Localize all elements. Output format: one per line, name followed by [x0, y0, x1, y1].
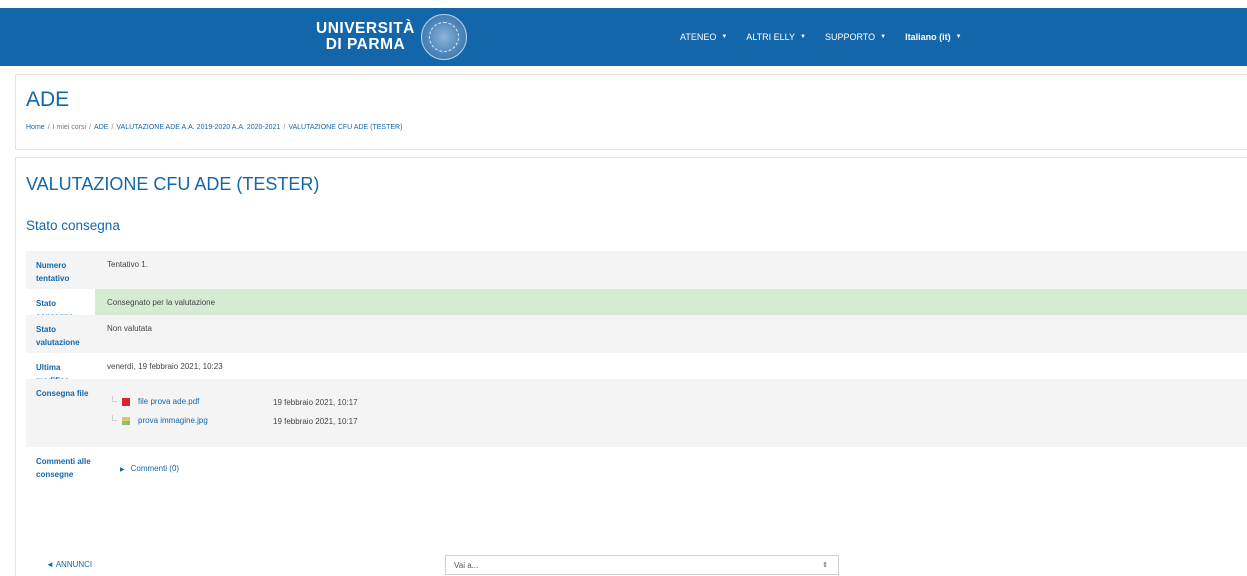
row-label-line2: valutazione — [36, 338, 80, 347]
comments-toggle[interactable]: ▶ Commenti (0) — [120, 464, 179, 473]
row-value: Tentativo 1. — [107, 260, 148, 269]
row-value: Non valutata — [107, 324, 152, 333]
row-label-line1: Commenti alle — [36, 457, 91, 466]
breadcrumb-separator: / — [111, 124, 114, 131]
comments-label: Commenti (0) — [130, 464, 180, 473]
row-value: venerdì, 19 febbraio 2021, 10:23 — [107, 362, 223, 371]
table-row: Numero tentativo Tentativo 1. — [26, 251, 1247, 289]
row-label-line2: tentativo — [36, 274, 70, 283]
logo-line-2: DI PARMA — [325, 36, 406, 53]
breadcrumb-my-courses[interactable]: I miei corsi — [53, 124, 86, 131]
course-title: ADE — [26, 88, 70, 111]
logo-line-1: UNIVERSITÀ — [316, 20, 415, 37]
row-label: Commenti alle consegne — [26, 447, 95, 487]
caret-down-icon: ▼ — [880, 34, 887, 40]
image-file-icon — [122, 416, 130, 425]
row-value — [95, 379, 1247, 447]
tree-connector — [112, 396, 117, 402]
row-label: Numero tentativo — [26, 251, 95, 289]
university-logo[interactable]: UNIVERSITÀ DI PARMA — [316, 14, 467, 60]
menu-label: SUPPORTO — [824, 32, 876, 42]
table-row: Stato valutazione Non valutata — [26, 315, 1247, 353]
section-title: Stato consegna — [26, 218, 120, 233]
file-entry: prova immagine.jpg — [122, 416, 208, 425]
breadcrumb-separator: / — [47, 124, 50, 131]
breadcrumb-section[interactable]: VALUTAZIONE ADE A.A. 2019-2020 A.A. 2020… — [116, 124, 280, 131]
caret-right-icon: ▶ — [120, 467, 125, 473]
menu-label: Italiano (it) — [905, 32, 951, 42]
top-strip — [0, 0, 1247, 8]
row-label: Stato consegna — [26, 289, 95, 321]
file-date: 19 febbraio 2021, 10:17 — [273, 398, 358, 407]
menu-supporto[interactable]: SUPPORTO ▼ — [825, 32, 886, 42]
row-label-line1: Consegna file — [36, 389, 89, 398]
jump-to-select[interactable]: Vai a... ⇕ — [445, 555, 839, 575]
submission-status-table: Numero tentativo Tentativo 1. Stato conse… — [26, 251, 1247, 487]
row-label: Consegna file — [26, 379, 95, 447]
activity-title: VALUTAZIONE CFU ADE (TESTER) — [26, 174, 320, 194]
menu-altri-elly[interactable]: ALTRI ELLY ▼ — [746, 32, 806, 42]
select-arrows-icon: ⇕ — [822, 562, 828, 569]
tree-connector — [112, 415, 117, 421]
university-seal-icon — [420, 14, 467, 60]
menu-ateneo[interactable]: ATENEO ▼ — [680, 32, 727, 42]
row-label-line2: consegne — [36, 470, 74, 479]
top-menu: ATENEO ▼ ALTRI ELLY ▼ SUPPORTO ▼ Italiano (… — [680, 8, 981, 66]
caret-down-icon: ▼ — [721, 34, 728, 40]
caret-down-icon: ▼ — [955, 34, 962, 40]
breadcrumb-home[interactable]: Home — [26, 124, 45, 131]
caret-down-icon: ▼ — [799, 34, 806, 40]
previous-activity-link[interactable]: ◄ ANNUNCI — [46, 560, 92, 569]
menu-language[interactable]: Italiano (it) ▼ — [905, 32, 961, 42]
table-row: Stato consegna Consegnato per la valutaz… — [26, 289, 1247, 321]
row-value: Consegnato per la valutazione — [107, 298, 216, 307]
row-label: Ultima modifica — [26, 353, 95, 385]
file-date: 19 febbraio 2021, 10:17 — [273, 417, 358, 426]
row-label-line1: Numero — [36, 261, 67, 270]
logo-text: UNIVERSITÀ DI PARMA — [316, 21, 415, 53]
pdf-file-icon — [122, 397, 130, 406]
breadcrumb: Home / I miei corsi / ADE / VALUTAZIONE ADE A.… — [26, 124, 402, 131]
page-header: ADE Home / I miei corsi / ADE / VALUTAZIONE AD… — [15, 74, 1247, 150]
table-row: Consegna file file prova ade.pdf 19 febb… — [26, 379, 1247, 447]
menu-label: ATENEO — [680, 32, 717, 42]
table-row: Commenti alle consegne ▶ Commenti (0) — [26, 447, 1247, 487]
table-row: Ultima modifica venerdì, 19 febbraio 202… — [26, 353, 1247, 385]
breadcrumb-separator: / — [89, 124, 92, 131]
menu-label: ALTRI ELLY — [746, 32, 795, 42]
top-navbar: UNIVERSITÀ DI PARMA ATENEO ▼ ALTRI ELLY ▼ … — [0, 8, 1247, 66]
file-entry: file prova ade.pdf — [122, 397, 199, 406]
jump-to-value: Vai a... — [454, 561, 479, 570]
row-value — [95, 447, 1247, 487]
breadcrumb-activity[interactable]: VALUTAZIONE CFU ADE (TESTER) — [288, 124, 402, 131]
breadcrumb-ade[interactable]: ADE — [94, 124, 108, 131]
file-link[interactable]: file prova ade.pdf — [138, 397, 199, 406]
breadcrumb-separator: / — [283, 124, 286, 131]
main-content: VALUTAZIONE CFU ADE (TESTER) Stato conse… — [15, 157, 1247, 576]
row-label-line1: Stato — [36, 325, 56, 334]
row-label: Stato valutazione — [26, 315, 95, 353]
file-link[interactable]: prova immagine.jpg — [138, 416, 208, 425]
